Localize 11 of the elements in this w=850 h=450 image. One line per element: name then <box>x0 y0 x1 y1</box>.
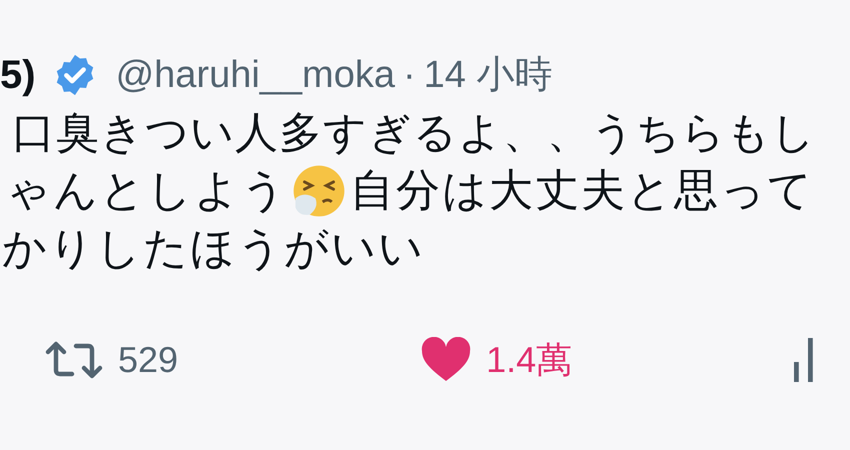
separator: · <box>402 52 416 98</box>
retweet-count: 529 <box>118 338 178 382</box>
display-name: 5) <box>0 52 36 99</box>
post-text: 口臭きつい人多すぎるよ、、うちらもし <box>12 108 816 159</box>
post-time[interactable]: 14 小時 <box>424 46 552 104</box>
user-handle[interactable]: @haruhi__moka <box>116 46 395 104</box>
post-text: 自分は大丈夫と思って <box>350 165 814 217</box>
post-text: かりしたほうがいい <box>2 223 425 275</box>
heart-icon[interactable] <box>420 337 472 383</box>
post-text: ゃんとしよう <box>6 165 288 217</box>
like-count: 1.4萬 <box>486 338 572 382</box>
